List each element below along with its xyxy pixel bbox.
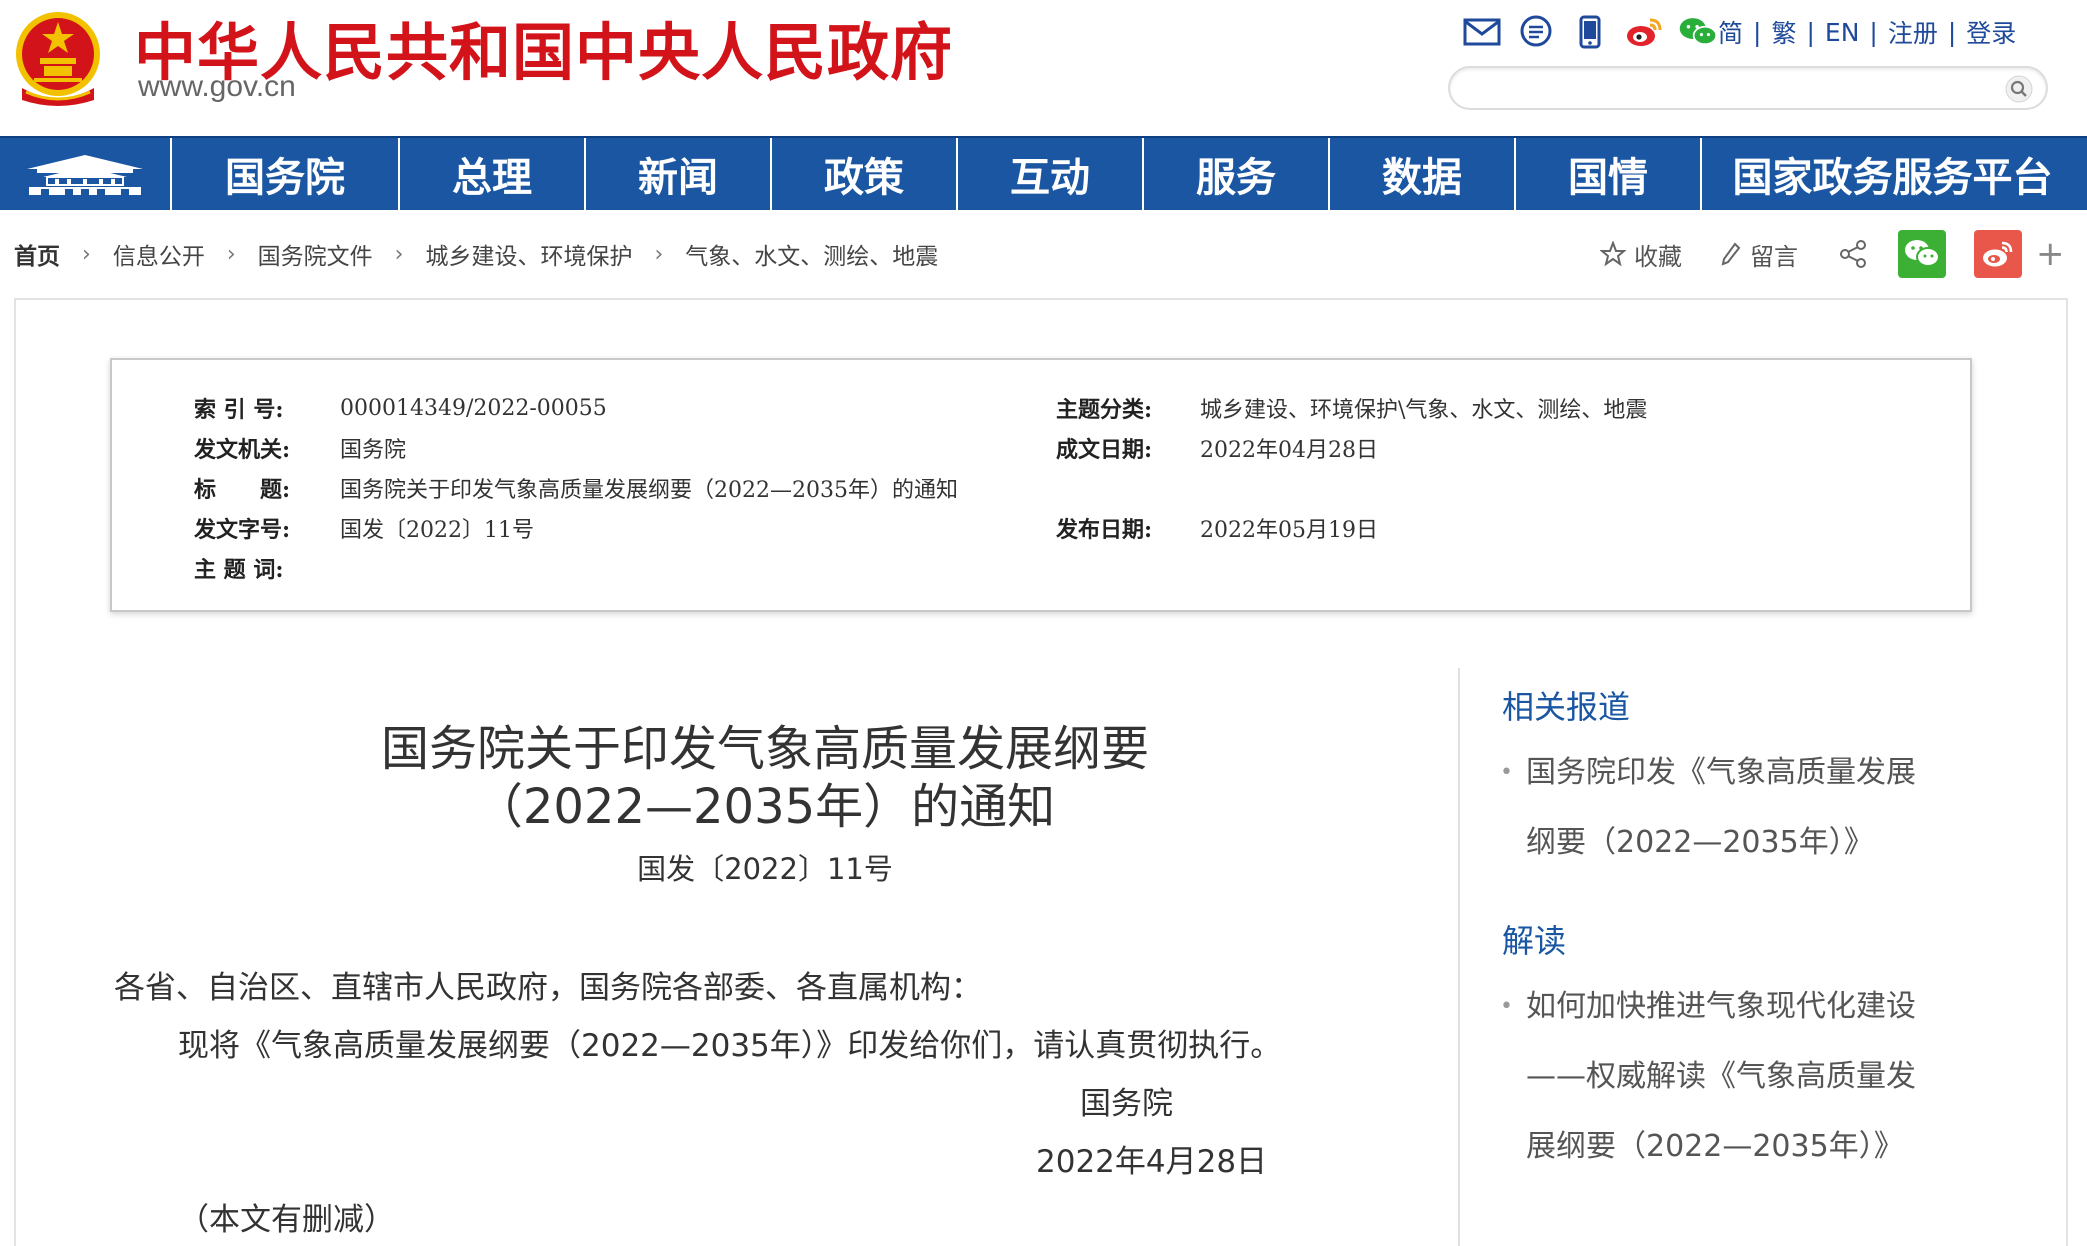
traditional-link[interactable]: 繁 bbox=[1771, 14, 1796, 50]
interpretation-link[interactable]: • 如何加快推进气象现代化建设 ——权威解读《气象高质量发 展纲要（2022—2… bbox=[1500, 972, 1960, 1182]
site-url[interactable]: www.gov.cn bbox=[138, 70, 296, 104]
star-icon bbox=[1600, 241, 1626, 267]
meta-docnum-row: 发文字号: 国发〔2022〕11号 bbox=[194, 508, 534, 548]
meta-title-row: 标 题: 国务院关于印发气象高质量发展纲要（2022—2035年）的通知 bbox=[194, 468, 958, 508]
nav-item-data[interactable]: 数据 bbox=[1330, 138, 1516, 210]
bullet-icon: • bbox=[1500, 760, 1513, 785]
article-signer: 国务院 bbox=[1080, 1086, 1173, 1122]
breadcrumb-state-council-docs[interactable]: 国务院文件 bbox=[258, 237, 373, 271]
national-emblem-icon[interactable] bbox=[12, 8, 104, 108]
meta-index-row: 索 引 号: 000014349/2022-00055 bbox=[194, 388, 607, 428]
top-icon-bar bbox=[1462, 12, 1718, 52]
wechat-icon bbox=[1905, 240, 1940, 267]
chevron-right-icon: › bbox=[394, 241, 404, 267]
meta-published-value: 2022年05月19日 bbox=[1200, 518, 1378, 543]
chevron-right-icon: › bbox=[226, 241, 236, 267]
share-icon bbox=[1840, 240, 1866, 268]
meta-title-value: 国务院关于印发气象高质量发展纲要（2022—2035年）的通知 bbox=[340, 478, 958, 503]
meta-title-label: 标 题: bbox=[194, 477, 291, 503]
nav-item-national-conditions[interactable]: 国情 bbox=[1516, 138, 1702, 210]
register-link[interactable]: 注册 bbox=[1888, 14, 1938, 50]
english-link[interactable]: EN bbox=[1825, 18, 1860, 47]
tiananmen-logo-icon[interactable] bbox=[0, 138, 172, 210]
breadcrumb-meteorology[interactable]: 气象、水文、测绘、地震 bbox=[685, 237, 938, 271]
login-link[interactable]: 登录 bbox=[1966, 14, 2016, 50]
chevron-right-icon: › bbox=[654, 241, 664, 267]
meta-keywords-row: 主 题 词: bbox=[194, 548, 340, 588]
nav-item-news[interactable]: 新闻 bbox=[586, 138, 772, 210]
favorite-button[interactable]: 收藏 bbox=[1600, 237, 1682, 272]
more-share-button[interactable]: + bbox=[2036, 234, 2065, 274]
article-title-line-1: 国务院关于印发气象高质量发展纲要 bbox=[380, 721, 1149, 777]
article-salutation: 各省、自治区、直辖市人民政府，国务院各部委、各直属机构： bbox=[114, 970, 982, 1006]
article-title: 国务院关于印发气象高质量发展纲要 （2022—2035年）的通知 bbox=[140, 720, 1390, 836]
interpretation-heading: 解读 bbox=[1502, 922, 1567, 960]
favorite-label: 收藏 bbox=[1634, 242, 1682, 271]
nav-item-service-platform[interactable]: 国家政务服务平台 bbox=[1702, 138, 2083, 210]
comment-label: 留言 bbox=[1750, 242, 1798, 271]
meta-issuer-value: 国务院 bbox=[340, 438, 407, 463]
related-reports-heading: 相关报道 bbox=[1502, 688, 1631, 726]
breadcrumb-urban-rural[interactable]: 城乡建设、环境保护 bbox=[425, 237, 632, 271]
weibo-icon[interactable] bbox=[1624, 13, 1664, 51]
meta-docnum-label: 发文字号: bbox=[194, 517, 291, 543]
comment-button[interactable]: 留言 bbox=[1720, 237, 1798, 272]
breadcrumb: 首页 › 信息公开 › 国务院文件 › 城乡建设、环境保护 › 气象、水文、测绘… bbox=[14, 232, 938, 276]
share-weibo-button[interactable] bbox=[1974, 230, 2022, 278]
separator: | bbox=[1869, 17, 1878, 47]
separator: | bbox=[1947, 17, 1957, 47]
meta-issuer-row: 发文机关: 国务院 bbox=[194, 428, 406, 468]
search-input[interactable] bbox=[1468, 72, 1998, 104]
main-nav: 国务院 总理 新闻 政策 互动 服务 数据 国情 国家政务服务平台 bbox=[0, 136, 2087, 210]
chevron-right-icon: › bbox=[82, 241, 91, 267]
meta-topic-value: 城乡建设、环境保护\气象、水文、测绘、地震 bbox=[1200, 398, 1648, 423]
site-header: 中华人民共和国中央人民政府 www.gov.cn 简 | 繁 | EN | 注册… bbox=[0, 0, 2087, 136]
separator: | bbox=[1753, 17, 1762, 47]
article-body: 现将《气象高质量发展纲要（2022—2035年）》印发给你们，请认真贯彻执行。 bbox=[178, 1028, 1282, 1064]
share-wechat-button[interactable] bbox=[1898, 230, 1946, 278]
meta-docnum-value: 国发〔2022〕11号 bbox=[340, 518, 534, 543]
nav-item-premier[interactable]: 总理 bbox=[400, 138, 586, 210]
meta-topic-row: 主题分类: 城乡建设、环境保护\气象、水文、测绘、地震 bbox=[1056, 388, 1647, 428]
meta-keywords-label: 主 题 词: bbox=[194, 557, 284, 583]
mobile-icon[interactable] bbox=[1570, 13, 1610, 51]
simplified-link[interactable]: 简 bbox=[1718, 14, 1743, 50]
nav-item-services[interactable]: 服务 bbox=[1144, 138, 1330, 210]
article-date: 2022年4月28日 bbox=[1036, 1144, 1268, 1180]
mail-icon[interactable] bbox=[1462, 13, 1502, 51]
meta-published-row: 发布日期: 2022年05月19日 bbox=[1056, 508, 1378, 548]
pencil-icon bbox=[1721, 242, 1741, 266]
share-button[interactable] bbox=[1838, 239, 1868, 269]
breadcrumb-home[interactable]: 首页 bbox=[14, 237, 60, 271]
breadcrumb-info-public[interactable]: 信息公开 bbox=[113, 237, 205, 271]
nav-item-interaction[interactable]: 互动 bbox=[958, 138, 1144, 210]
top-links: 简 | 繁 | EN | 注册 | 登录 bbox=[1718, 14, 2016, 50]
column-divider bbox=[1458, 668, 1460, 1246]
meta-index-label: 索 引 号: bbox=[194, 397, 284, 423]
article-note: （本文有删减） bbox=[178, 1202, 395, 1238]
meta-published-label: 发布日期: bbox=[1056, 517, 1153, 543]
search-icon[interactable] bbox=[2004, 74, 2034, 104]
bullet-icon: • bbox=[1500, 994, 1513, 1019]
wechat-icon[interactable] bbox=[1678, 13, 1718, 51]
meta-written-row: 成文日期: 2022年04月28日 bbox=[1056, 428, 1378, 468]
related-report-link[interactable]: • 国务院印发《气象高质量发展 纲要（2022—2035年）》 bbox=[1500, 738, 1960, 878]
weibo-icon bbox=[1983, 241, 2013, 267]
nav-item-policy[interactable]: 政策 bbox=[772, 138, 958, 210]
article-doc-number: 国发〔2022〕11号 bbox=[637, 852, 893, 886]
meta-written-label: 成文日期: bbox=[1056, 437, 1153, 463]
article-title-line-2: （2022—2035年）的通知 bbox=[474, 779, 1056, 835]
message-icon[interactable] bbox=[1516, 13, 1556, 51]
document-meta-box: 索 引 号: 000014349/2022-00055 主题分类: 城乡建设、环… bbox=[110, 358, 1972, 612]
meta-index-value: 000014349/2022-00055 bbox=[340, 395, 607, 421]
meta-issuer-label: 发文机关: bbox=[194, 437, 291, 463]
meta-written-value: 2022年04月28日 bbox=[1200, 438, 1378, 463]
meta-topic-label: 主题分类: bbox=[1056, 397, 1153, 423]
search-box bbox=[1448, 66, 2048, 110]
separator: | bbox=[1806, 17, 1815, 47]
nav-item-state-council[interactable]: 国务院 bbox=[172, 138, 400, 210]
article-tools: 收藏 留言 + bbox=[1600, 228, 2065, 280]
